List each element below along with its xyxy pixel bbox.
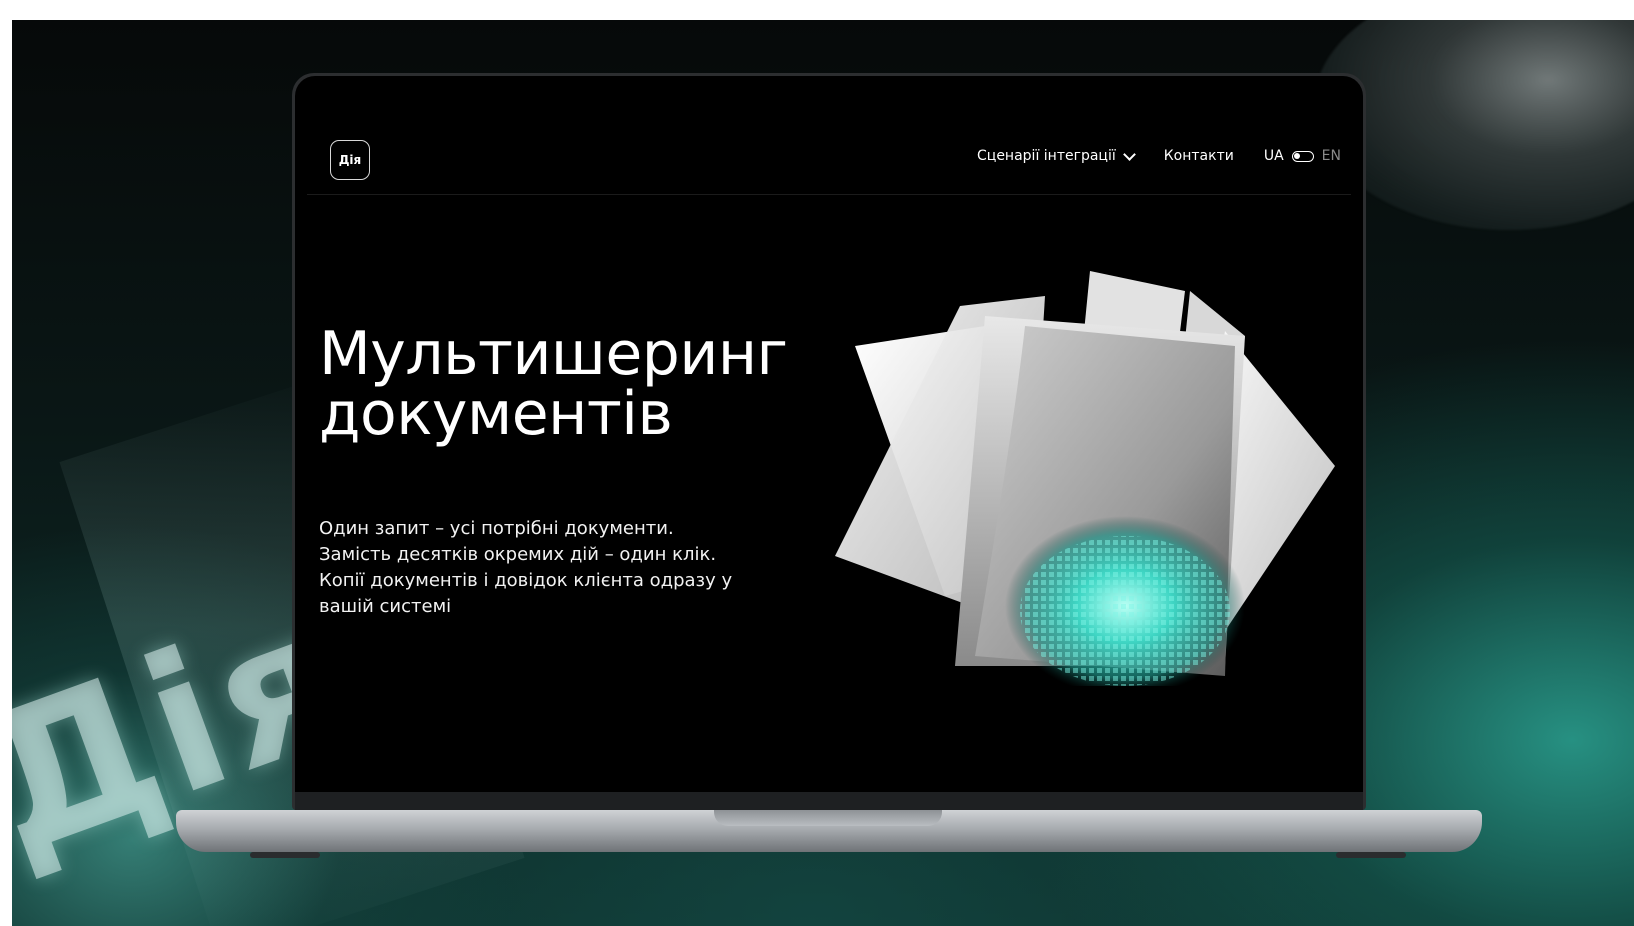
chevron-down-icon (1122, 147, 1136, 161)
hero-title: Мультишеринг документів (319, 324, 788, 444)
language-toggle[interactable] (1291, 150, 1314, 162)
lang-en[interactable]: EN (1322, 148, 1341, 164)
site-header: Дія Сценарії інтеграції Контакти UA EN (307, 76, 1351, 195)
teal-pixels (1020, 536, 1230, 686)
toggle-knob-icon (1293, 152, 1300, 159)
nav-integration-scenarios-label: Сценарії інтеграції (977, 148, 1116, 164)
lang-ua[interactable]: UA (1264, 148, 1284, 164)
screen-bottom-bezel (295, 792, 1363, 810)
laptop-screen: Дія Сценарії інтеграції Контакти UA EN М… (295, 76, 1363, 810)
diia-logo[interactable]: Дія (330, 140, 370, 180)
main-nav: Сценарії інтеграції Контакти UA EN (977, 147, 1341, 164)
laptop-foot-left (250, 852, 320, 858)
nav-contacts[interactable]: Контакти (1164, 148, 1234, 164)
documents-illustration (835, 271, 1335, 686)
hero-title-line1: Мультишеринг (319, 319, 788, 389)
nav-integration-scenarios[interactable]: Сценарії інтеграції (977, 147, 1136, 164)
hero-title-line2: документів (319, 379, 673, 449)
laptop-lid: Дія Сценарії інтеграції Контакти UA EN М… (292, 73, 1366, 810)
laptop-notch (714, 810, 942, 826)
language-switcher: UA EN (1264, 148, 1341, 164)
nav-contacts-label: Контакти (1163, 148, 1234, 164)
laptop-foot-right (1336, 852, 1406, 858)
hero-description: Один запит – усі потрібні документи. Зам… (319, 518, 733, 617)
